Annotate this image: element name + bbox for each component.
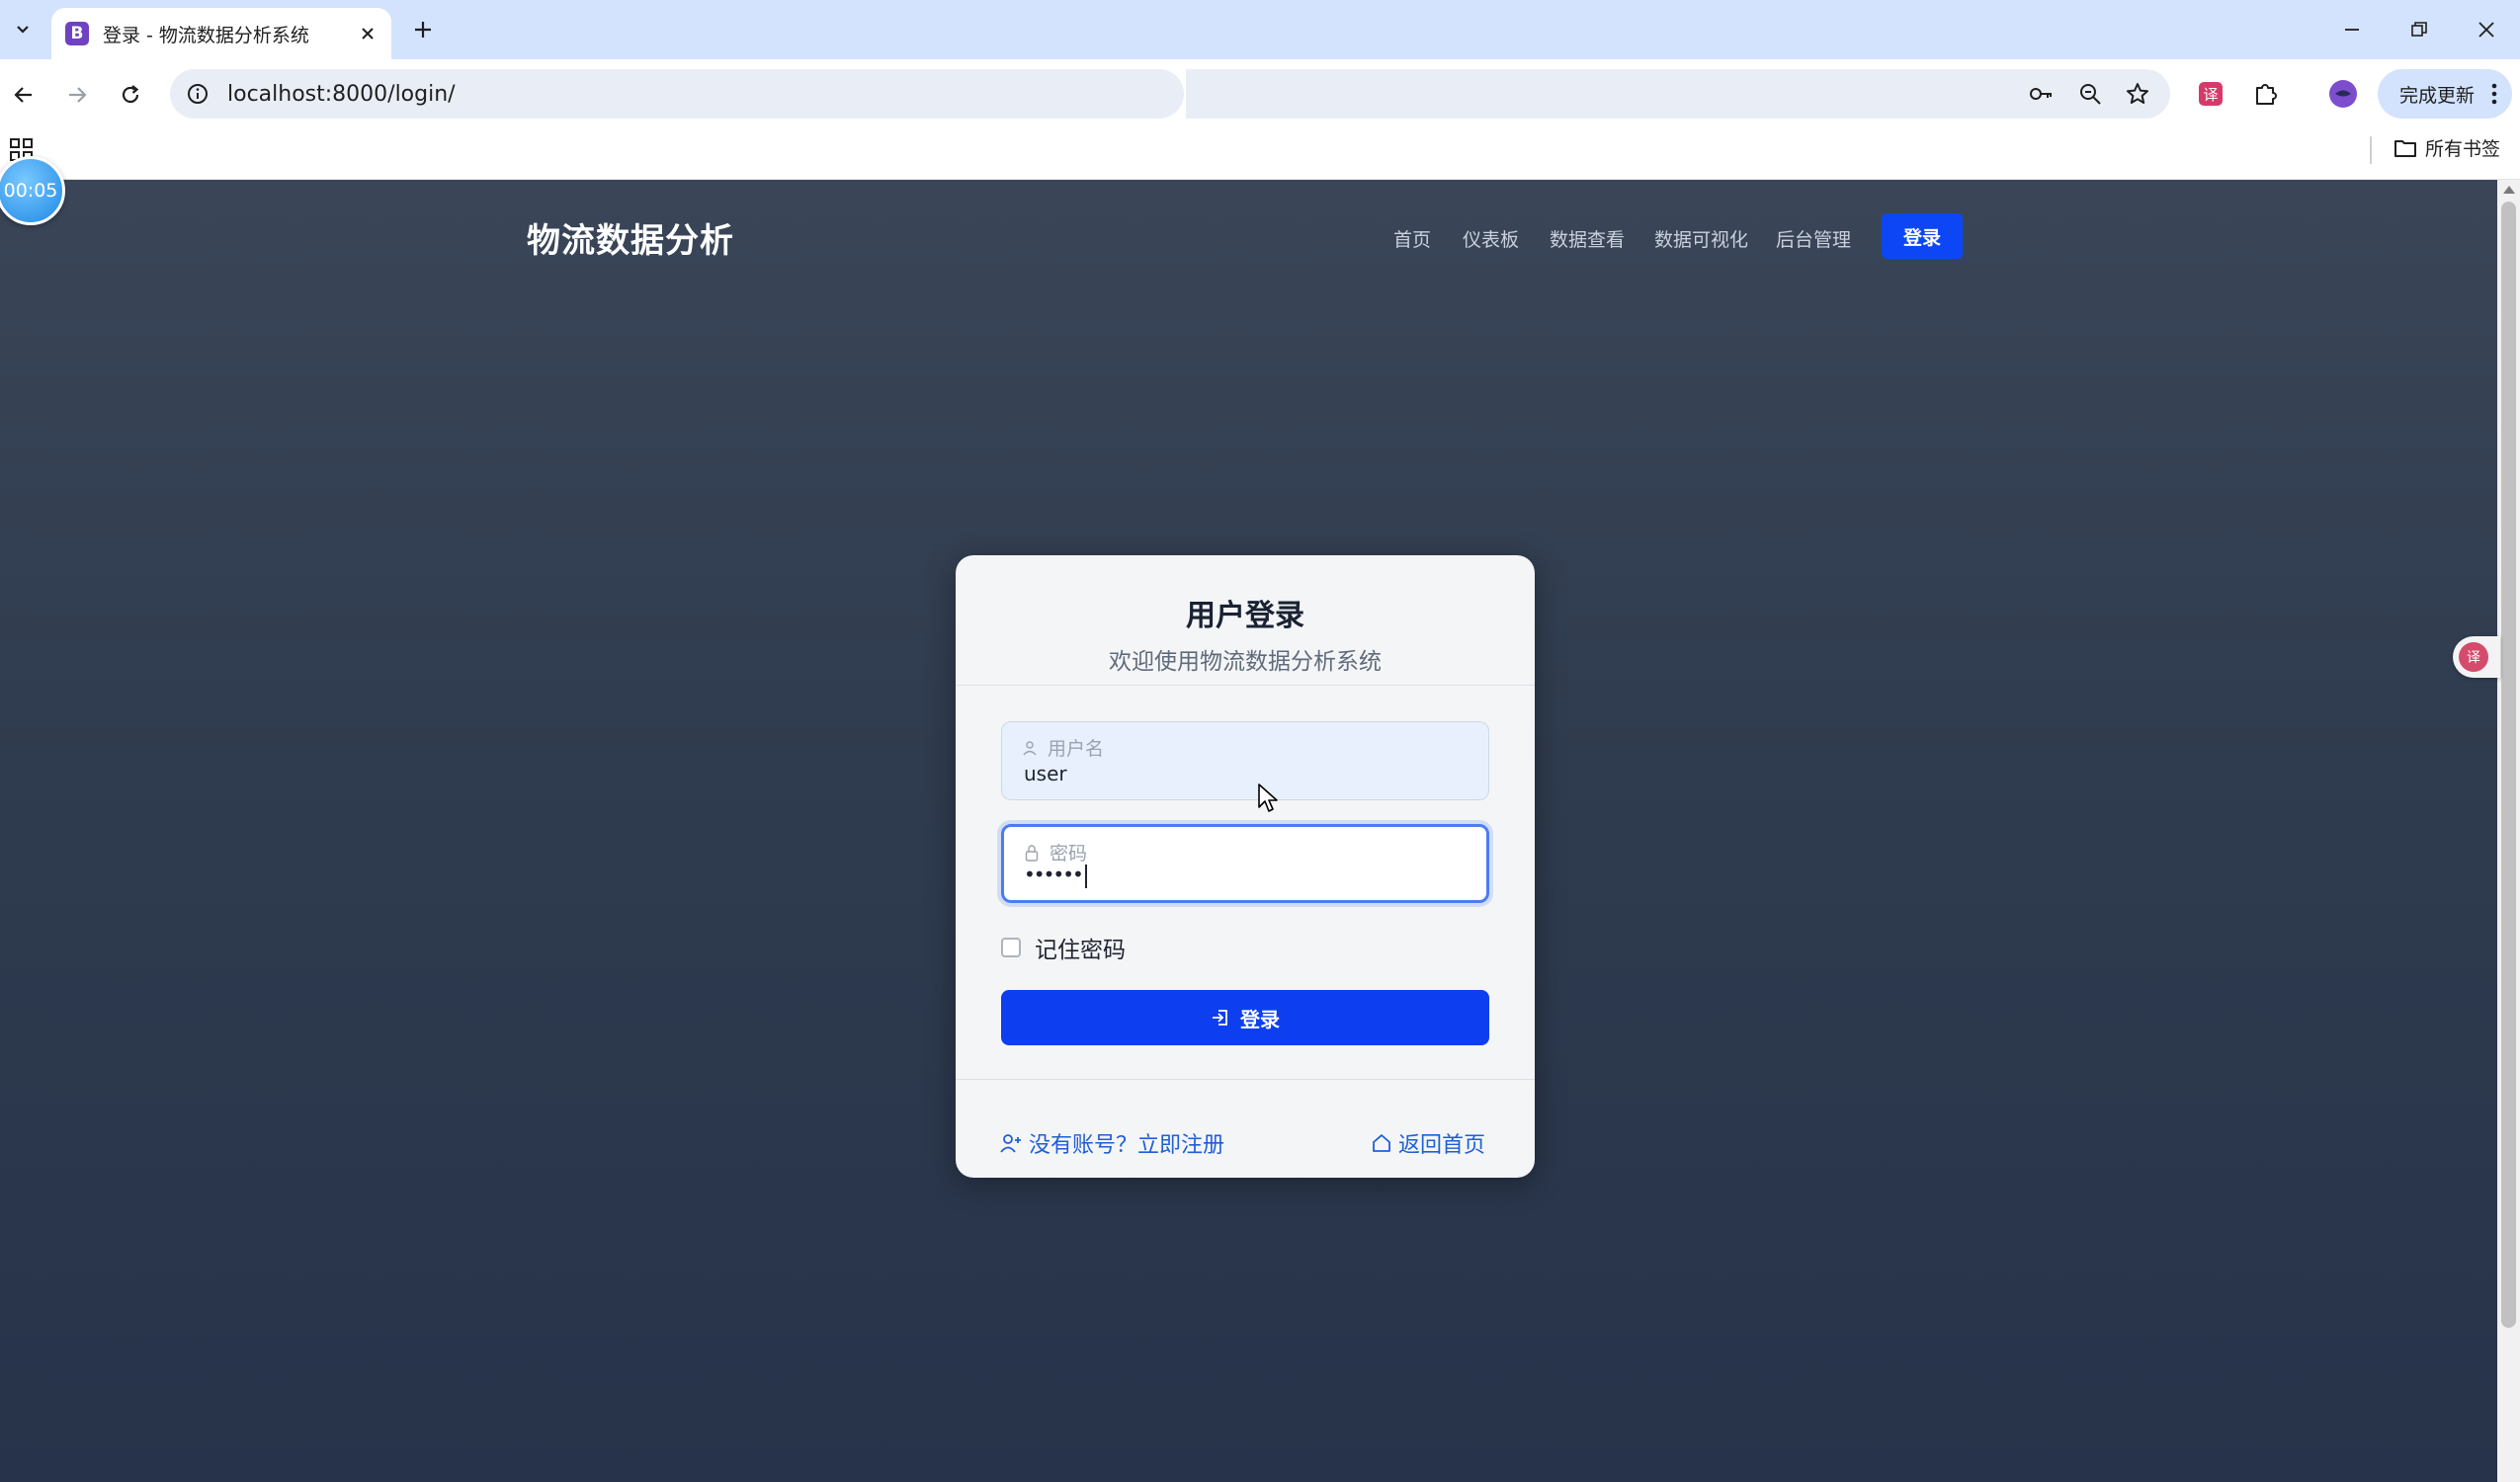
update-button[interactable]: 完成更新	[2378, 69, 2512, 119]
remember-label: 记住密码	[1035, 938, 1126, 963]
login-submit-label: 登录	[1240, 1007, 1280, 1031]
browser-toolbar: localhost:8000/login/ 译 完成更新	[0, 59, 2520, 128]
login-arrow-icon	[1213, 1010, 1227, 1026]
nav-link-data-view[interactable]: 数据查看	[1550, 225, 1625, 252]
login-title: 用户登录	[1186, 599, 1304, 633]
browser-tab-active[interactable]: B 登录 - 物流数据分析系统	[51, 8, 391, 59]
person-icon	[1023, 740, 1037, 755]
translate-extension-icon[interactable]: 译	[2192, 75, 2229, 113]
register-link[interactable]: 没有账号？立即注册	[999, 1127, 1224, 1159]
lock-icon	[1025, 844, 1039, 862]
translate-icon: 译	[2459, 642, 2488, 672]
forward-button[interactable]	[57, 75, 97, 115]
scroll-thumb[interactable]	[2501, 202, 2516, 1328]
house-icon	[1373, 1134, 1390, 1152]
login-card-footer: 没有账号？立即注册 返回首页	[956, 1079, 1535, 1178]
home-link-label: 返回首页	[1398, 1133, 1486, 1158]
home-link[interactable]: 返回首页	[1371, 1127, 1485, 1159]
nav-link-home[interactable]: 首页	[1393, 225, 1431, 252]
restore-button[interactable]	[2390, 8, 2449, 51]
extensions-puzzle-icon[interactable]	[2247, 75, 2285, 113]
svg-text:译: 译	[2203, 86, 2218, 104]
page-scrollbar[interactable]	[2497, 180, 2520, 1482]
reload-icon	[122, 85, 139, 104]
site-brand[interactable]: 物流数据分析	[527, 213, 734, 262]
bookmarks-bar: 所有书签	[0, 128, 2520, 180]
page-viewport: 物流数据分析 首页 仪表板 数据查看 数据可视化 后台管理 登录 用户登录 欢迎…	[0, 180, 2497, 1482]
browser-tab-strip: B 登录 - 物流数据分析系统	[0, 0, 2520, 59]
person-add-icon	[1000, 1134, 1021, 1153]
plus-icon	[415, 22, 431, 38]
password-field[interactable]: 密码 ••••••	[1001, 824, 1489, 903]
restore-icon	[2411, 22, 2427, 37]
register-link-label: 没有账号？立即注册	[1029, 1133, 1225, 1158]
login-card-header: 用户登录 欢迎使用物流数据分析系统	[956, 555, 1535, 686]
login-subtitle: 欢迎使用物流数据分析系统	[1109, 649, 1382, 675]
update-button-label: 完成更新	[2399, 84, 2476, 107]
bookmarks-divider	[2370, 136, 2372, 164]
more-vertical-icon	[2491, 83, 2497, 105]
login-submit-button[interactable]: 登录	[1001, 990, 1489, 1045]
omnibox-actions	[1186, 69, 2170, 119]
password-value-row: ••••••	[1024, 863, 1087, 888]
tab-title: 登录 - 物流数据分析系统	[103, 24, 309, 46]
chevron-down-icon	[17, 26, 29, 34]
minimize-button[interactable]	[2322, 8, 2382, 51]
scroll-up-arrow-icon[interactable]	[2503, 186, 2515, 194]
url-text: localhost:8000/login/	[227, 81, 456, 107]
password-key-icon[interactable]	[2026, 79, 2056, 109]
nav-link-dashboard[interactable]: 仪表板	[1463, 225, 1519, 252]
nav-link-visualization[interactable]: 数据可视化	[1654, 225, 1748, 252]
mouse-cursor-icon	[1258, 783, 1278, 812]
tab-close-button[interactable]	[354, 20, 381, 47]
username-value: user	[1024, 762, 1067, 785]
arrow-right-icon	[69, 87, 87, 103]
nav-login-button[interactable]: 登录	[1882, 213, 1963, 259]
minimize-icon	[2345, 29, 2359, 31]
window-close-button[interactable]	[2457, 8, 2516, 51]
new-tab-button[interactable]	[405, 12, 441, 47]
back-button[interactable]	[4, 75, 43, 115]
close-icon	[362, 28, 374, 40]
reload-button[interactable]	[111, 75, 150, 115]
zoom-icon[interactable]	[2075, 79, 2105, 109]
tab-search-button[interactable]	[6, 12, 40, 45]
address-bar[interactable]: localhost:8000/login/	[170, 69, 1184, 119]
nav-link-admin[interactable]: 后台管理	[1776, 225, 1851, 252]
arrow-left-icon	[14, 87, 32, 103]
login-card: 用户登录 欢迎使用物流数据分析系统 用户名 user 密码 •••••• 记住密…	[956, 555, 1535, 1178]
text-caret	[1084, 864, 1087, 888]
all-bookmarks-button[interactable]: 所有书签	[2394, 134, 2500, 161]
close-icon	[2478, 22, 2494, 38]
info-icon[interactable]	[186, 82, 210, 106]
remember-checkbox[interactable]	[1001, 938, 1021, 957]
password-label-row: 密码	[1024, 839, 1087, 865]
bookmark-star-icon[interactable]	[2123, 79, 2152, 109]
username-label-row: 用户名	[1022, 734, 1104, 761]
bootstrap-favicon-icon: B	[65, 22, 89, 45]
password-label: 密码	[1050, 843, 1088, 864]
remember-me-row[interactable]: 记住密码	[1001, 931, 1126, 964]
username-label: 用户名	[1048, 738, 1105, 760]
password-value: ••••••	[1024, 863, 1084, 886]
username-field[interactable]: 用户名 user	[1001, 721, 1489, 800]
folder-icon	[2394, 139, 2416, 157]
all-bookmarks-label: 所有书签	[2425, 138, 2501, 160]
translate-floating-button[interactable]: 译	[2453, 636, 2500, 678]
profile-avatar-icon[interactable]	[2324, 75, 2362, 113]
